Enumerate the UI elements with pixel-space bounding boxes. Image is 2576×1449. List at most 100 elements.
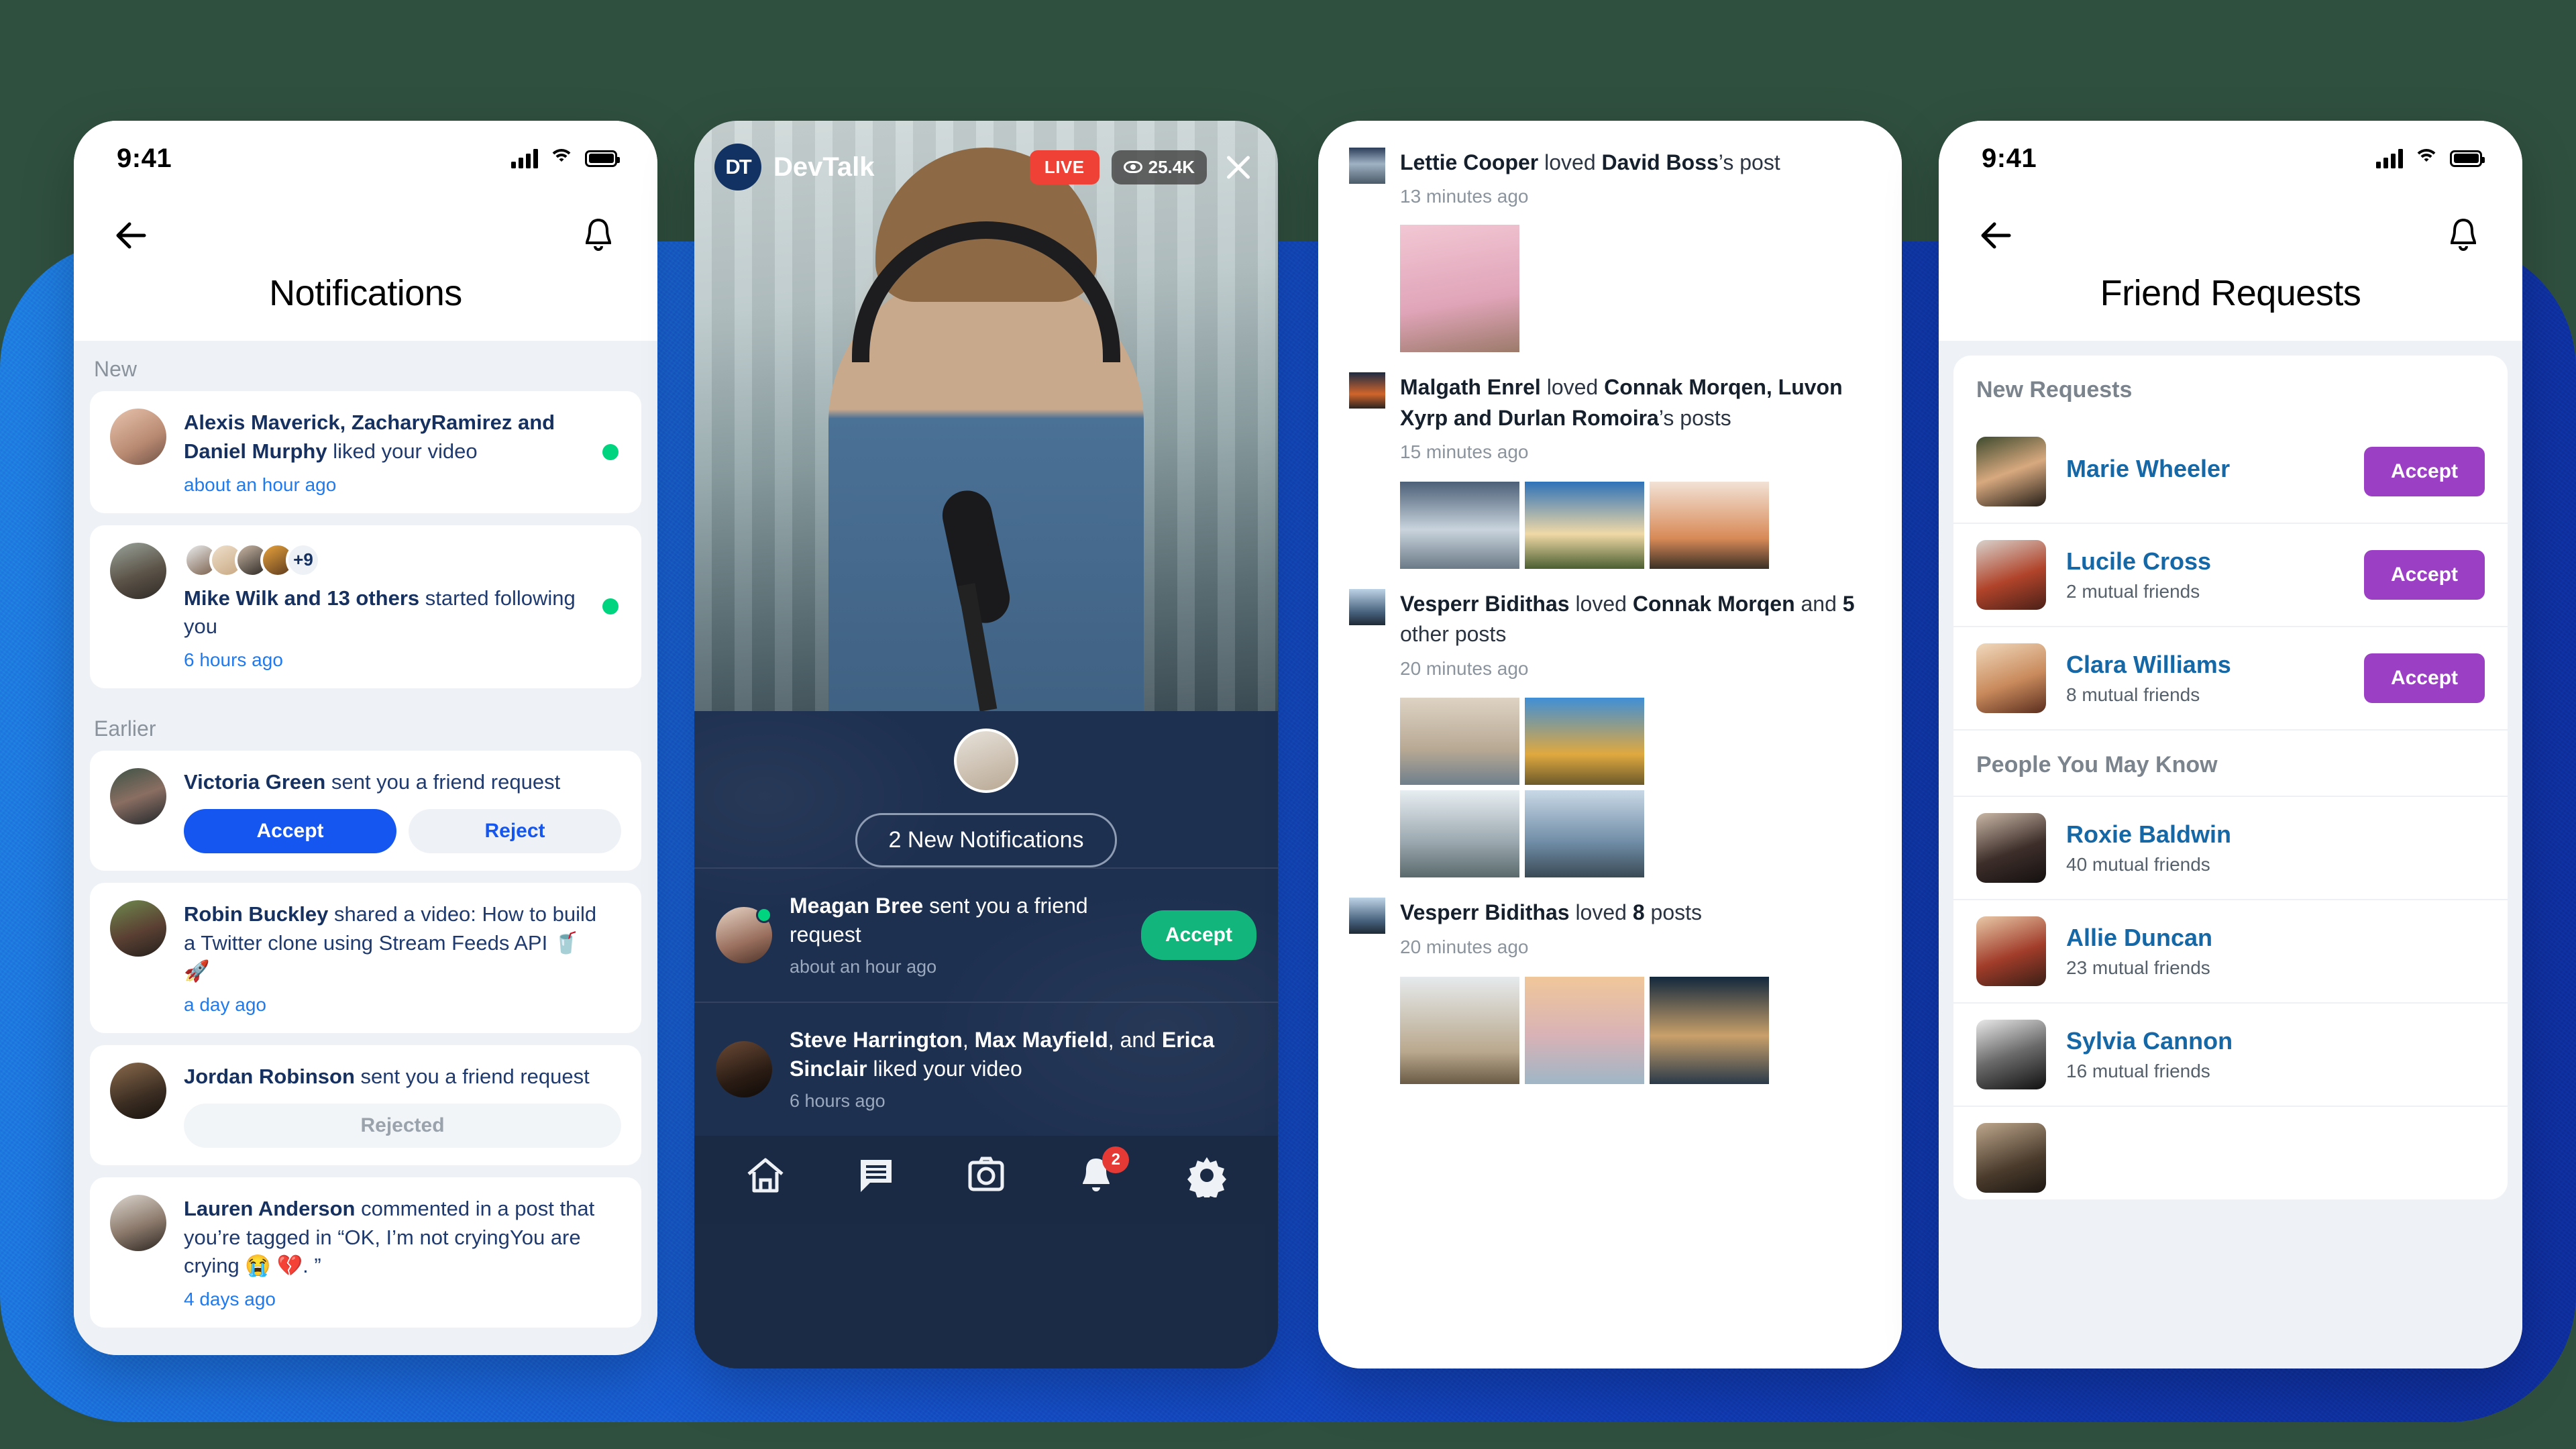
feed-time: 20 minutes ago <box>1400 657 1529 679</box>
feed-image-grid <box>1400 976 1871 1084</box>
post-thumbnail <box>1349 148 1385 184</box>
back-button[interactable] <box>113 215 153 256</box>
notification-item[interactable]: Alexis Maverick, ZacharyRamirez and Dani… <box>90 391 641 513</box>
friend-request-row[interactable]: Lucile Cross 2 mutual friends Accept <box>1953 523 2508 626</box>
feed-image[interactable] <box>1525 790 1644 878</box>
viewer-count-badge: 25.4K <box>1111 150 1207 184</box>
accept-button[interactable]: Accept <box>1140 910 1256 960</box>
feed-actor: Lettie Cooper <box>1400 150 1539 174</box>
status-icons <box>2376 148 2485 168</box>
feed-tail2: other posts <box>1400 622 1507 647</box>
feed-image[interactable] <box>1400 976 1519 1084</box>
mutual-friends: 8 mutual friends <box>2066 684 2200 705</box>
chat-icon[interactable] <box>854 1153 898 1197</box>
notification-time: 6 hours ago <box>790 1090 885 1111</box>
person-name[interactable]: Clara Williams <box>2066 651 2344 679</box>
notification-time: 6 hours ago <box>184 649 283 671</box>
person-name[interactable]: Lucile Cross <box>2066 547 2344 576</box>
notification-time: about an hour ago <box>790 956 937 977</box>
sep: , <box>962 1027 975 1052</box>
section-label-people-you-may-know: People You May Know <box>1953 729 2508 796</box>
avatar <box>110 1063 166 1120</box>
live-notification-item[interactable]: Steve Harrington, Max Mayfield, and Eric… <box>694 1001 1278 1136</box>
feed-tail2: posts <box>1644 900 1702 925</box>
gear-icon[interactable] <box>1185 1153 1229 1201</box>
person-name[interactable]: Roxie Baldwin <box>2066 820 2485 849</box>
live-notification-item[interactable]: Meagan Bree sent you a friend request ab… <box>694 867 1278 1002</box>
feed-tail: ’s post <box>1718 150 1780 174</box>
camera-icon[interactable] <box>964 1153 1008 1197</box>
mutual-friends: 23 mutual friends <box>2066 957 2210 978</box>
accept-button[interactable]: Accept <box>2363 653 2485 703</box>
feed-image[interactable] <box>1400 790 1519 878</box>
person-name[interactable]: Marie Wheeler <box>2066 455 2344 483</box>
feed-image[interactable] <box>1525 698 1644 786</box>
feed-image-grid <box>1400 225 1871 353</box>
friend-request-row[interactable]: Clara Williams 8 mutual friends Accept <box>1953 626 2508 729</box>
notification-item[interactable]: Robin Buckley shared a video: How to bui… <box>90 882 641 1034</box>
feed-image-grid <box>1400 698 1765 878</box>
notification-actors: Lauren Anderson <box>184 1196 356 1220</box>
current-user-avatar-wrap <box>694 711 1278 793</box>
back-button[interactable] <box>1978 215 2018 256</box>
feed-image[interactable] <box>1525 481 1644 569</box>
close-icon[interactable] <box>1219 148 1258 186</box>
notification-item[interactable]: +9 Mike Wilk and 13 others started follo… <box>90 525 641 689</box>
person-name[interactable]: Sylvia Cannon <box>2066 1027 2485 1055</box>
feed-image[interactable] <box>1400 698 1519 786</box>
status-time: 9:41 <box>1982 143 2037 173</box>
notification-action: sent you a friend request <box>354 1065 590 1089</box>
notification-actor: Meagan Bree <box>790 894 924 918</box>
suggested-person-row[interactable]: Roxie Baldwin 40 mutual friends <box>1953 796 2508 899</box>
live-video: DT DevTalk LIVE 25.4K <box>694 121 1278 711</box>
feed-item[interactable]: Vesperr Bidithas loved 8 posts 20 minute… <box>1349 898 1871 1084</box>
bell-icon[interactable]: 2 <box>1074 1146 1130 1197</box>
notification-action: liked your video <box>867 1056 1022 1081</box>
home-icon[interactable] <box>743 1153 788 1197</box>
notifications-list: New Alexis Maverick, ZacharyRamirez and … <box>74 341 657 1355</box>
suggested-person-row[interactable]: Sylvia Cannon 16 mutual friends <box>1953 1002 2508 1106</box>
channel-name: DevTalk <box>773 152 875 182</box>
eye-icon <box>1123 161 1142 173</box>
feed-item[interactable]: Lettie Cooper loved David Boss’s post 13… <box>1349 148 1871 353</box>
avatar <box>716 906 772 963</box>
feed-verb: loved <box>1538 150 1602 174</box>
friend-request-row[interactable]: Marie Wheeler Accept <box>1953 421 2508 523</box>
friend-requests-body: New Requests Marie Wheeler Accept Lucile… <box>1939 341 2522 1368</box>
reject-button[interactable]: Reject <box>409 808 621 853</box>
feed-image[interactable] <box>1400 225 1519 353</box>
activity-feed: Lettie Cooper loved David Boss’s post 13… <box>1318 121 1902 1368</box>
feed-item[interactable]: Malgath Enrel loved Connak Morqen, Luvon… <box>1349 372 1871 569</box>
avatar <box>1976 540 2046 610</box>
avatar <box>1976 1123 2046 1193</box>
person-name[interactable]: Allie Duncan <box>2066 924 2485 952</box>
suggested-person-row[interactable] <box>1953 1106 2508 1199</box>
rejected-status-button: Rejected <box>184 1103 621 1148</box>
bell-icon[interactable] <box>2443 215 2483 256</box>
feed-item[interactable]: Vesperr Bidithas loved Connak Morqen and… <box>1349 588 1871 878</box>
new-notifications-pill[interactable]: 2 New Notifications <box>855 813 1117 867</box>
phone-notifications: 9:41 Notifications New Alexis Maverick, … <box>74 121 657 1355</box>
bell-icon[interactable] <box>578 215 619 256</box>
notification-item[interactable]: Lauren Anderson commented in a post that… <box>90 1177 641 1328</box>
notification-actors: Jordan Robinson <box>184 1065 355 1089</box>
wifi-icon <box>549 149 574 168</box>
post-thumbnail <box>1349 588 1385 625</box>
accept-button[interactable]: Accept <box>184 808 396 853</box>
suggested-person-row[interactable]: Allie Duncan 23 mutual friends <box>1953 899 2508 1002</box>
accept-button[interactable]: Accept <box>2363 447 2485 496</box>
notification-action: liked your video <box>327 439 478 463</box>
unread-dot <box>602 598 619 615</box>
notification-item[interactable]: Jordan Robinson sent you a friend reques… <box>90 1045 641 1165</box>
feed-image[interactable] <box>1525 976 1644 1084</box>
accept-button[interactable]: Accept <box>2363 550 2485 600</box>
status-icons <box>511 148 620 168</box>
notification-item[interactable]: Victoria Green sent you a friend request… <box>90 751 641 871</box>
avatar <box>110 900 166 957</box>
feed-image[interactable] <box>1650 976 1769 1084</box>
avatar <box>110 542 166 599</box>
feed-image[interactable] <box>1650 481 1769 569</box>
phone-friend-requests: 9:41 Friend Requests New Requests Marie … <box>1939 121 2522 1368</box>
feed-image[interactable] <box>1400 481 1519 569</box>
nav-bar: Friend Requests <box>1939 196 2522 341</box>
